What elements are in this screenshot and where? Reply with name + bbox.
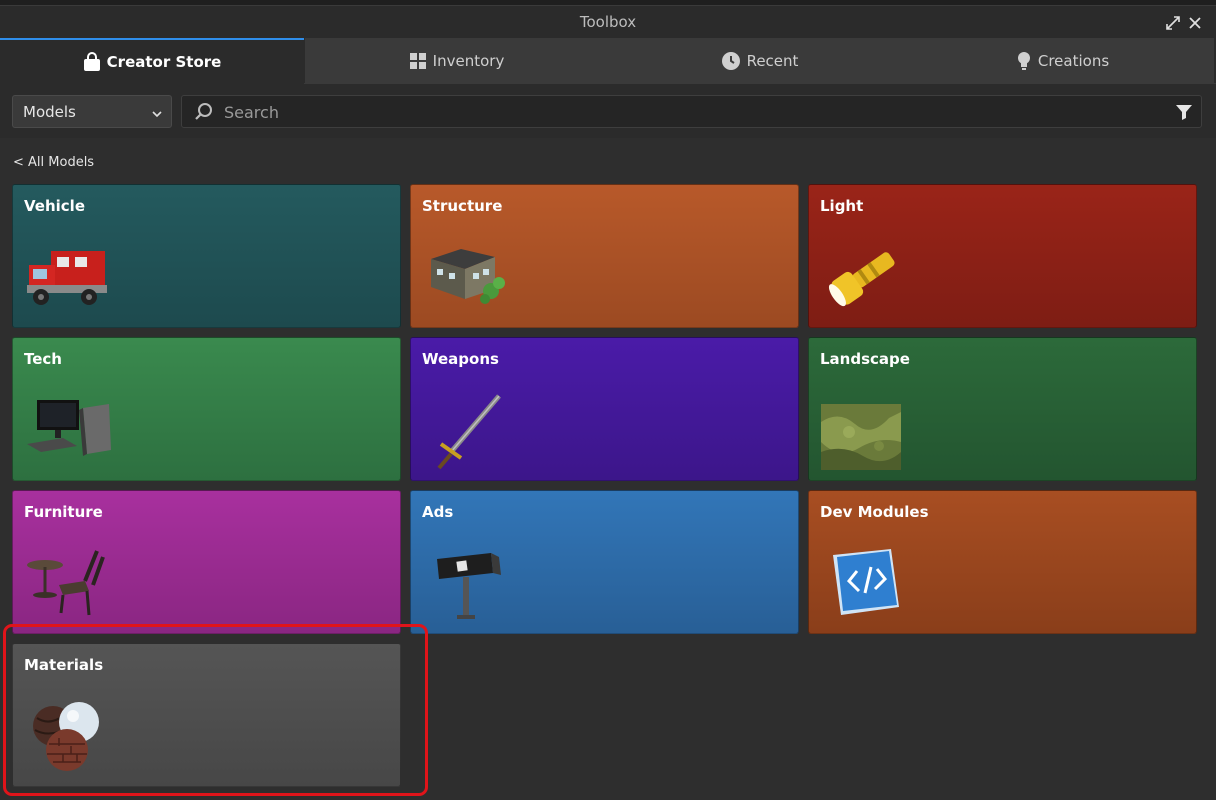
category-card-light[interactable]: Light — [808, 184, 1197, 328]
sword-icon — [421, 392, 511, 472]
category-dropdown-value: Models — [23, 102, 76, 121]
category-label: Vehicle — [24, 197, 85, 215]
material-spheres-icon — [23, 698, 113, 778]
category-card-tech[interactable]: Tech — [12, 337, 401, 481]
code-module-icon — [819, 545, 909, 625]
back-to-all-models-link[interactable]: < All Models — [13, 155, 94, 170]
tab-label: Creator Store — [106, 53, 222, 71]
titlebar: Toolbox — [0, 6, 1216, 38]
category-card-landscape[interactable]: Landscape — [808, 337, 1197, 481]
tab-label: Inventory — [432, 52, 505, 70]
window-title: Toolbox — [579, 13, 637, 31]
close-icon[interactable] — [1186, 14, 1204, 32]
lightbulb-icon — [1016, 51, 1032, 71]
category-card-weapons[interactable]: Weapons — [410, 337, 799, 481]
bag-icon — [83, 52, 101, 72]
fire-truck-icon — [23, 239, 113, 319]
tab-creator-store[interactable]: Creator Store — [0, 38, 304, 84]
category-label: Materials — [24, 656, 104, 674]
category-card-dev-modules[interactable]: Dev Modules — [808, 490, 1197, 634]
category-label: Structure — [422, 197, 503, 215]
tab-recent[interactable]: Recent — [608, 38, 911, 84]
category-label: Light — [820, 197, 864, 215]
billboard-icon — [421, 545, 511, 625]
category-label: Landscape — [820, 350, 910, 368]
category-card-materials[interactable]: Materials — [12, 643, 401, 787]
tab-label: Creations — [1037, 52, 1110, 70]
house-icon — [421, 239, 511, 319]
grid-icon — [409, 52, 427, 70]
category-label: Dev Modules — [820, 503, 929, 521]
tab-inventory[interactable]: Inventory — [305, 38, 608, 84]
category-dropdown[interactable]: Models — [12, 95, 172, 128]
flashlight-icon — [819, 239, 909, 319]
tab-creations[interactable]: Creations — [911, 38, 1214, 84]
search-icon — [194, 102, 214, 126]
search-input[interactable] — [224, 100, 1124, 124]
category-card-ads[interactable]: Ads — [410, 490, 799, 634]
clock-icon — [721, 51, 741, 71]
category-label: Furniture — [24, 503, 103, 521]
category-card-vehicle[interactable]: Vehicle — [12, 184, 401, 328]
search-row: Models — [0, 84, 1216, 138]
terrain-icon — [819, 392, 909, 472]
category-label: Ads — [422, 503, 454, 521]
category-card-structure[interactable]: Structure — [410, 184, 799, 328]
chair-table-icon — [23, 545, 113, 625]
chevron-down-icon — [151, 106, 163, 124]
computer-icon — [23, 392, 113, 472]
restore-icon[interactable] — [1164, 14, 1182, 32]
category-label: Tech — [24, 350, 62, 368]
tab-label: Recent — [746, 52, 799, 70]
category-label: Weapons — [422, 350, 499, 368]
filter-icon[interactable] — [1175, 103, 1193, 125]
category-card-furniture[interactable]: Furniture — [12, 490, 401, 634]
search-box — [181, 95, 1202, 128]
tab-bar: Creator Store Inventory Recent Creations — [0, 38, 1216, 84]
